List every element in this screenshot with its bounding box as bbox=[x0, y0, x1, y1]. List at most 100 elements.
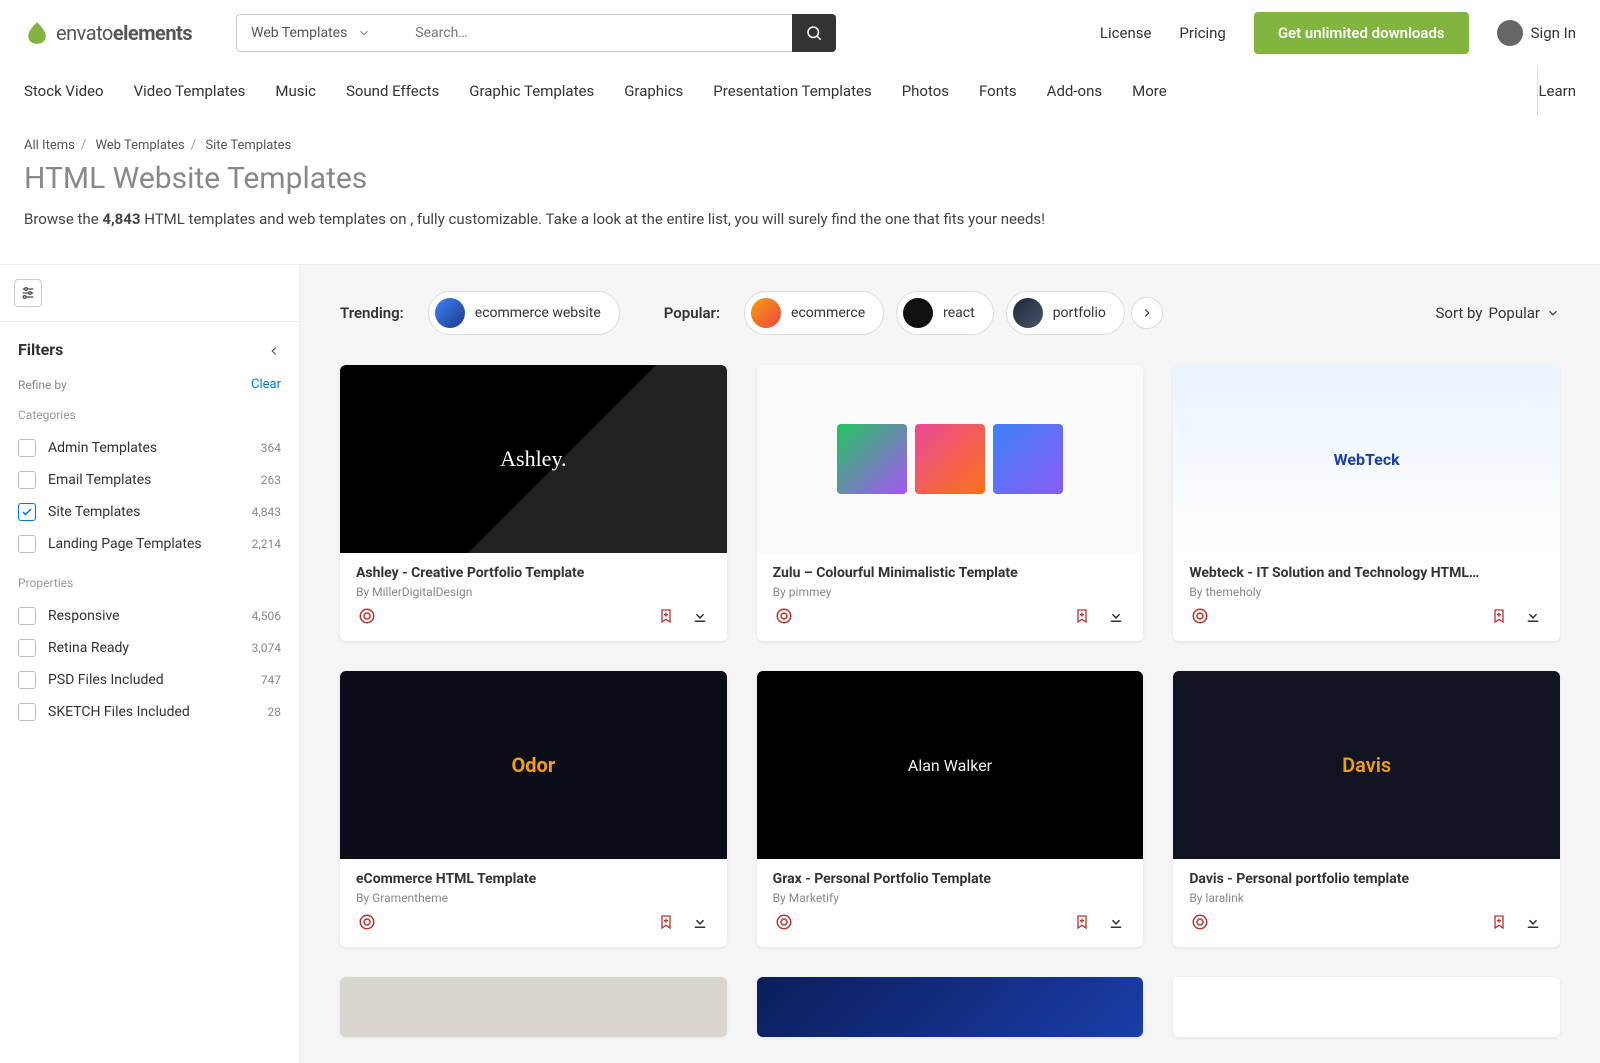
leaf-icon bbox=[24, 20, 50, 46]
card-author: By Gramentheme bbox=[356, 891, 711, 905]
signin-button[interactable]: Sign In bbox=[1497, 20, 1576, 46]
filter-section-properties: Properties bbox=[18, 576, 281, 590]
template-card[interactable] bbox=[757, 977, 1144, 1037]
nav-photos[interactable]: Photos bbox=[902, 66, 949, 116]
search-input[interactable] bbox=[401, 14, 792, 52]
nav-graphic-templates[interactable]: Graphic Templates bbox=[469, 66, 594, 116]
crumb-web-templates[interactable]: Web Templates bbox=[95, 138, 184, 153]
bookmark-icon[interactable] bbox=[1071, 911, 1093, 933]
crumb-all-items[interactable]: All Items bbox=[24, 138, 75, 153]
search-button[interactable] bbox=[792, 14, 836, 52]
search-bar: Web Templates bbox=[236, 14, 836, 52]
card-thumbnail bbox=[757, 977, 1144, 1037]
popular-label: Popular: bbox=[664, 304, 720, 322]
filter-landing-page-templates[interactable]: Landing Page Templates 2,214 bbox=[18, 528, 281, 560]
download-icon[interactable] bbox=[1522, 605, 1544, 627]
search-category-select[interactable]: Web Templates bbox=[236, 14, 401, 52]
pricing-link[interactable]: Pricing bbox=[1179, 24, 1225, 42]
template-card[interactable]: Davis Davis - Personal portfolio templat… bbox=[1173, 671, 1560, 947]
checkbox-icon bbox=[18, 471, 36, 489]
download-icon[interactable] bbox=[1105, 605, 1127, 627]
filter-site-templates[interactable]: Site Templates 4,843 bbox=[18, 496, 281, 528]
filter-psd-files[interactable]: PSD Files Included 747 bbox=[18, 664, 281, 696]
card-thumbnail bbox=[757, 365, 1144, 553]
cta-button[interactable]: Get unlimited downloads bbox=[1254, 12, 1469, 54]
checkbox-icon bbox=[18, 439, 36, 457]
bookmark-icon[interactable] bbox=[655, 605, 677, 627]
filter-email-templates[interactable]: Email Templates 263 bbox=[18, 464, 281, 496]
trending-pill[interactable]: ecommerce website bbox=[428, 291, 620, 335]
preview-icon[interactable] bbox=[773, 605, 795, 627]
template-card[interactable]: Odor eCommerce HTML Template By Gramenth… bbox=[340, 671, 727, 947]
card-title: eCommerce HTML Template bbox=[356, 871, 711, 887]
swatch-icon bbox=[435, 298, 465, 328]
card-author: By laralink bbox=[1189, 891, 1544, 905]
sort-dropdown[interactable]: Sort by Popular bbox=[1436, 304, 1561, 322]
preview-icon[interactable] bbox=[773, 911, 795, 933]
popular-pill-react[interactable]: react bbox=[896, 291, 994, 335]
template-card[interactable]: Zulu – Colourful Minimalistic Template B… bbox=[757, 365, 1144, 641]
checkbox-checked-icon bbox=[18, 503, 36, 521]
template-card[interactable]: Ashley. Ashley - Creative Portfolio Temp… bbox=[340, 365, 727, 641]
swatch-icon bbox=[1013, 298, 1043, 328]
card-thumbnail: Davis bbox=[1173, 671, 1560, 859]
preview-icon[interactable] bbox=[356, 605, 378, 627]
filter-admin-templates[interactable]: Admin Templates 364 bbox=[18, 432, 281, 464]
filter-retina-ready[interactable]: Retina Ready 3,074 bbox=[18, 632, 281, 664]
card-thumbnail: Alan Walker bbox=[757, 671, 1144, 859]
pill-next-button[interactable] bbox=[1131, 297, 1163, 329]
filter-responsive[interactable]: Responsive 4,506 bbox=[18, 600, 281, 632]
brand-logo[interactable]: envatoelements bbox=[24, 20, 192, 46]
refine-by-label: Refine by bbox=[18, 378, 67, 392]
preview-icon[interactable] bbox=[1189, 605, 1211, 627]
nav-fonts[interactable]: Fonts bbox=[979, 66, 1017, 116]
card-thumbnail: WebTeck bbox=[1173, 365, 1560, 553]
nav-more[interactable]: More bbox=[1132, 66, 1167, 116]
card-title: Zulu – Colourful Minimalistic Template bbox=[773, 565, 1128, 581]
download-icon[interactable] bbox=[1522, 911, 1544, 933]
download-icon[interactable] bbox=[689, 605, 711, 627]
filter-sketch-files[interactable]: SKETCH Files Included 28 bbox=[18, 696, 281, 728]
swatch-icon bbox=[751, 298, 781, 328]
card-title: Grax - Personal Portfolio Template bbox=[773, 871, 1128, 887]
nav-learn[interactable]: Learn bbox=[1537, 66, 1576, 116]
nav-music[interactable]: Music bbox=[275, 66, 316, 116]
bookmark-icon[interactable] bbox=[1488, 911, 1510, 933]
nav-addons[interactable]: Add-ons bbox=[1047, 66, 1102, 116]
card-thumbnail bbox=[1173, 977, 1560, 1037]
filter-section-categories: Categories bbox=[18, 408, 281, 422]
nav-graphics[interactable]: Graphics bbox=[624, 66, 683, 116]
sliders-icon bbox=[20, 285, 36, 301]
chevron-down-icon bbox=[1546, 306, 1560, 320]
download-icon[interactable] bbox=[689, 911, 711, 933]
bookmark-icon[interactable] bbox=[1071, 605, 1093, 627]
nav-presentation-templates[interactable]: Presentation Templates bbox=[713, 66, 871, 116]
download-icon[interactable] bbox=[1105, 911, 1127, 933]
preview-icon[interactable] bbox=[1189, 911, 1211, 933]
brand-text: envatoelements bbox=[56, 21, 192, 45]
checkbox-icon bbox=[18, 703, 36, 721]
template-card[interactable]: Alan Walker Grax - Personal Portfolio Te… bbox=[757, 671, 1144, 947]
preview-icon[interactable] bbox=[356, 911, 378, 933]
breadcrumb: All Items/ Web Templates/ Site Templates bbox=[24, 138, 1576, 153]
collapse-filters-icon[interactable] bbox=[267, 343, 281, 357]
nav-video-templates[interactable]: Video Templates bbox=[134, 66, 246, 116]
chevron-down-icon bbox=[357, 26, 371, 40]
nav-sound-effects[interactable]: Sound Effects bbox=[346, 66, 439, 116]
checkbox-icon bbox=[18, 639, 36, 657]
clear-filters-link[interactable]: Clear bbox=[251, 377, 281, 392]
bookmark-icon[interactable] bbox=[1488, 605, 1510, 627]
chevron-right-icon bbox=[1140, 306, 1154, 320]
template-card[interactable]: WebTeck Webteck - IT Solution and Techno… bbox=[1173, 365, 1560, 641]
template-card[interactable] bbox=[340, 977, 727, 1037]
popular-pill-ecommerce[interactable]: ecommerce bbox=[744, 291, 884, 335]
popular-pill-portfolio[interactable]: portfolio bbox=[1006, 291, 1125, 335]
card-title: Webteck - IT Solution and Technology HTM… bbox=[1189, 565, 1544, 581]
card-title: Davis - Personal portfolio template bbox=[1189, 871, 1544, 887]
filters-toggle-icon[interactable] bbox=[14, 279, 42, 307]
template-card[interactable] bbox=[1173, 977, 1560, 1037]
card-author: By MillerDigitalDesign bbox=[356, 585, 711, 599]
license-link[interactable]: License bbox=[1100, 24, 1152, 42]
bookmark-icon[interactable] bbox=[655, 911, 677, 933]
nav-stock-video[interactable]: Stock Video bbox=[24, 66, 104, 116]
